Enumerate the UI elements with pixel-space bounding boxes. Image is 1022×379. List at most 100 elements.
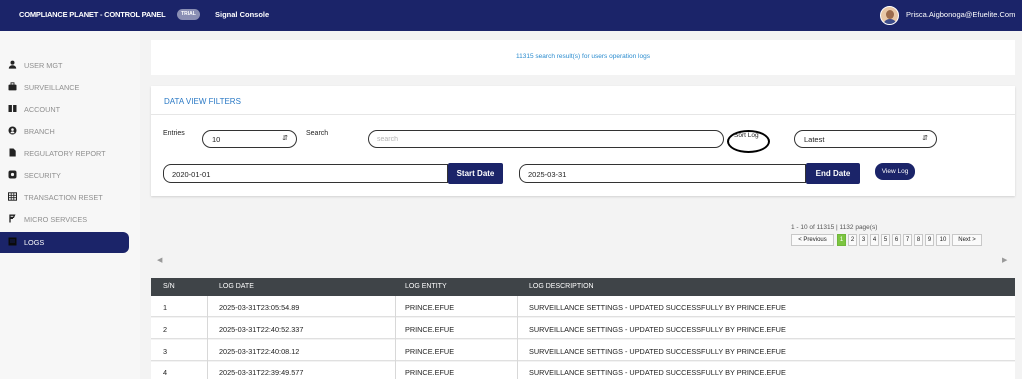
sort-value: Latest — [804, 135, 825, 144]
start-date-value: 2020-01-01 — [172, 170, 211, 179]
file-icon — [8, 148, 17, 157]
cell-log-date: 2025-03-31T23:05:54.89 — [219, 303, 300, 312]
shield-icon — [8, 170, 17, 179]
filters-divider — [151, 114, 1015, 115]
signal-console-link[interactable]: Signal Console — [215, 10, 269, 19]
sidebar-item-regulatory-report[interactable]: REGULATORY REPORT — [0, 143, 129, 164]
table-row[interactable]: 1 2025-03-31T23:05:54.89 PRINCE.EFUE SUR… — [151, 296, 1015, 317]
sidebar-item-account[interactable]: ACCOUNT — [0, 99, 129, 120]
sidebar-item-logs[interactable]: LOGS — [0, 232, 129, 253]
sidebar-item-security[interactable]: SECURITY — [0, 165, 129, 186]
page-button-8[interactable]: 8 — [914, 234, 923, 246]
page-button-10[interactable]: 10 — [936, 234, 950, 246]
scroll-left-arrow-icon[interactable]: ◀ — [157, 256, 162, 264]
table-icon — [8, 192, 17, 201]
cell-log-date: 2025-03-31T22:40:52.337 — [219, 325, 304, 334]
table-header: S/N LOG DATE LOG ENTITY LOG DESCRIPTION — [151, 278, 1015, 296]
end-date-value: 2025-03-31 — [528, 170, 567, 179]
sidebar-item-branch[interactable]: BRANCH — [0, 121, 129, 142]
cell-sn: 4 — [163, 368, 168, 377]
page-button-4[interactable]: 4 — [870, 234, 879, 246]
cell-sn: 1 — [163, 303, 168, 312]
sidebar-item-label: ACCOUNT — [24, 105, 61, 114]
page-button-9[interactable]: 9 — [925, 234, 934, 246]
sidebar-item-label: MICRO SERVICES — [24, 215, 88, 224]
logs-icon — [8, 237, 17, 246]
column-divider — [207, 296, 208, 379]
cell-log-date: 2025-03-31T22:39:49.577 — [219, 368, 304, 377]
column-header-sn: S/N — [163, 283, 175, 290]
trial-badge: TRIAL — [177, 9, 200, 20]
circle-user-icon — [8, 126, 17, 135]
view-log-button[interactable]: View Log — [875, 163, 915, 180]
sidebar-item-user-mgt[interactable]: USER MGT — [0, 55, 129, 76]
select-arrows-icon: ⇵ — [282, 135, 288, 142]
sort-log-label: Sort Log — [734, 132, 759, 139]
entries-label: Entries — [163, 130, 185, 137]
entries-value: 10 — [212, 135, 221, 144]
cell-log-entity: PRINCE.EFUE — [405, 325, 455, 334]
sidebar-item-label: TRANSACTION RESET — [24, 193, 103, 202]
top-bar: COMPLIANCE PLANET - CONTROL PANEL TRIAL … — [0, 0, 1022, 31]
sidebar-item-surveillance[interactable]: SURVEILLANCE — [0, 77, 129, 98]
sidebar-item-label: BRANCH — [24, 127, 55, 136]
table-row[interactable]: 2 2025-03-31T22:40:52.337 PRINCE.EFUE SU… — [151, 318, 1015, 339]
search-field[interactable] — [368, 130, 724, 148]
cell-log-description: SURVEILLANCE SETTINGS - UPDATED SUCCESSF… — [529, 325, 786, 334]
column-header-log-date: LOG DATE — [219, 283, 254, 290]
results-banner: 11315 search result(s) for users operati… — [151, 40, 1015, 75]
sidebar-item-micro-services[interactable]: MICRO SERVICES — [0, 209, 129, 230]
next-page-button[interactable]: Next > — [952, 234, 982, 246]
sidebar-item-label: USER MGT — [24, 61, 63, 70]
end-date-input[interactable]: 2025-03-31 — [519, 164, 806, 183]
search-input[interactable] — [377, 134, 717, 145]
column-header-log-entity: LOG ENTITY — [405, 283, 447, 290]
user-icon — [8, 60, 17, 69]
data-view-filters-panel: DATA VIEW FILTERS Entries 10 ⇵ Search So… — [151, 86, 1015, 196]
sort-select[interactable]: Latest ⇵ — [794, 130, 937, 148]
page-button-1[interactable]: 1 — [837, 234, 846, 246]
user-email[interactable]: Prisca.Aigbonoga@Efuelite.Com — [906, 10, 1015, 19]
column-divider — [395, 296, 396, 379]
table-row[interactable]: 4 2025-03-31T22:39:49.577 PRINCE.EFUE SU… — [151, 362, 1015, 379]
entries-select[interactable]: 10 ⇵ — [202, 130, 297, 148]
sidebar-item-transaction-reset[interactable]: TRANSACTION RESET — [0, 187, 129, 208]
avatar-head — [886, 10, 894, 19]
plug-icon — [8, 214, 17, 223]
cell-log-entity: PRINCE.EFUE — [405, 303, 455, 312]
scroll-right-arrow-icon[interactable]: ▶ — [1002, 256, 1007, 264]
briefcase-icon — [8, 82, 17, 91]
column-divider — [517, 296, 518, 379]
sidebar-item-label: REGULATORY REPORT — [24, 149, 106, 158]
start-date-input[interactable]: 2020-01-01 — [163, 164, 448, 183]
select-arrows-icon: ⇵ — [922, 135, 928, 142]
cell-log-description: SURVEILLANCE SETTINGS - UPDATED SUCCESSF… — [529, 303, 786, 312]
brand-title[interactable]: COMPLIANCE PLANET - CONTROL PANEL — [19, 10, 166, 19]
results-count-text: 11315 search result(s) for users operati… — [516, 53, 650, 60]
previous-page-button[interactable]: < Previous — [791, 234, 834, 246]
column-header-log-description: LOG DESCRIPTION — [529, 283, 594, 290]
sidebar-item-label: SECURITY — [24, 171, 61, 180]
end-date-button[interactable]: End Date — [806, 163, 860, 184]
filters-title: DATA VIEW FILTERS — [164, 97, 241, 106]
cell-sn: 2 — [163, 325, 168, 334]
table-row[interactable]: 3 2025-03-31T22:40:08.12 PRINCE.EFUE SUR… — [151, 340, 1015, 361]
page-button-6[interactable]: 6 — [892, 234, 901, 246]
cell-sn: 3 — [163, 347, 168, 356]
page-button-7[interactable]: 7 — [903, 234, 912, 246]
sidebar-item-label: SURVEILLANCE — [24, 83, 80, 92]
sidebar-item-label: LOGS — [24, 238, 45, 247]
page-button-3[interactable]: 3 — [859, 234, 868, 246]
start-date-button[interactable]: Start Date — [448, 163, 503, 184]
search-label: Search — [306, 130, 329, 137]
pagination-info: 1 - 10 of 11315 | 1132 page(s) — [791, 224, 878, 231]
avatar[interactable] — [880, 6, 899, 25]
avatar-body — [883, 19, 897, 24]
cell-log-description: SURVEILLANCE SETTINGS - UPDATED SUCCESSF… — [529, 347, 786, 356]
cell-log-description: SURVEILLANCE SETTINGS - UPDATED SUCCESSF… — [529, 368, 786, 377]
book-icon — [8, 104, 17, 113]
cell-log-date: 2025-03-31T22:40:08.12 — [219, 347, 300, 356]
sidebar: USER MGT SURVEILLANCE ACCOUNT BRANCH REG… — [0, 31, 140, 379]
page-button-2[interactable]: 2 — [848, 234, 857, 246]
page-button-5[interactable]: 5 — [881, 234, 890, 246]
